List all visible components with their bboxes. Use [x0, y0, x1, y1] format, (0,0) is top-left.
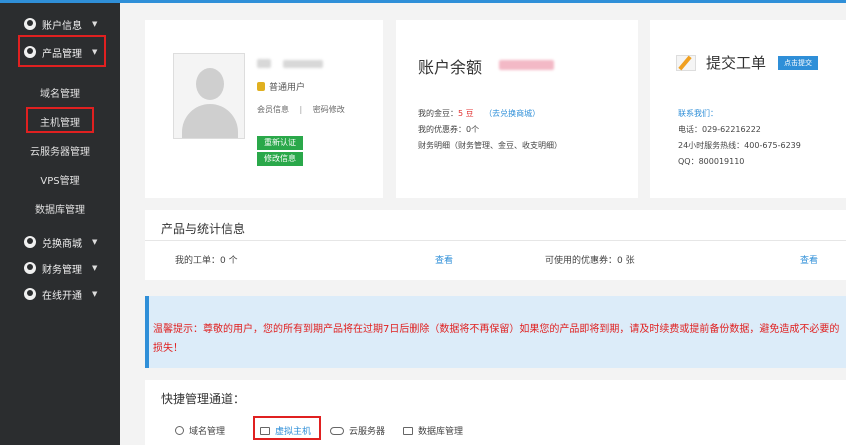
contact-phone: 电话：029-62216222: [678, 125, 761, 134]
chevron-down-icon: ▼: [92, 264, 98, 272]
quick-item-label: 云服务器: [349, 427, 386, 437]
quick-access-title: 快捷管理通道：: [161, 392, 246, 406]
sidebar-subitem-vps[interactable]: VPS管理: [0, 172, 120, 187]
username-blurred: [257, 58, 323, 71]
database-icon: [403, 426, 413, 435]
sidebar-item-account-info[interactable]: 账户信息 ▼: [0, 13, 120, 35]
user-icon: [24, 288, 36, 300]
highlight-box: [26, 107, 94, 133]
sidebar-item-label: 财务管理: [42, 264, 82, 276]
contact-qq: QQ：800019110: [678, 157, 745, 166]
ticket-title: 提交工单: [706, 54, 767, 72]
quick-item-label: 域名管理: [189, 427, 226, 437]
quick-cloud-link[interactable]: 云服务器: [330, 424, 385, 437]
balance-amount-blurred: [499, 60, 554, 70]
chevron-down-icon: ▼: [92, 238, 98, 246]
user-icon: [24, 262, 36, 274]
submit-ticket-button[interactable]: 点击提交: [778, 55, 819, 70]
quick-database-link[interactable]: 数据库管理: [403, 424, 463, 437]
view-coupons-link[interactable]: 查看: [800, 253, 818, 266]
change-password-link[interactable]: 密码修改: [313, 105, 345, 114]
globe-icon: [175, 426, 184, 435]
chevron-down-icon: ▼: [92, 290, 98, 298]
separator: |: [299, 105, 303, 114]
mall-link[interactable]: （去兑换商城）: [484, 109, 540, 118]
coupon-line: 我的优惠券：0个: [418, 124, 479, 135]
medal-icon: [257, 82, 265, 91]
top-accent-bar: [0, 0, 846, 3]
profile-card: 普通用户 会员信息 | 密码修改 重新认证 修改信息: [145, 20, 383, 198]
user-type-label: 普通用户: [269, 83, 306, 93]
sidebar-subitem-database[interactable]: 数据库管理: [0, 201, 120, 216]
user-icon: [24, 18, 36, 30]
member-links: 会员信息 | 密码修改: [257, 104, 345, 115]
contact-hotline: 24小时服务热线：400-675-6239: [678, 141, 801, 150]
stats-card: 产品与统计信息 我的工单：0 个 查看 可使用的优惠券：0 张 查看: [145, 210, 846, 280]
notice-text: 温馨提示：尊敬的用户，您的所有到期产品将在过期7日后删除（数据将不再保留）如果您…: [153, 324, 840, 354]
sidebar: 账户信息 ▼ 产品管理 ▼ 域名管理 主机管理 云服务器管理 VPS管理 数据库…: [0, 3, 120, 445]
finance-detail-link[interactable]: 财务明细（财务管理、金豆、收支明细）: [418, 140, 562, 151]
my-tickets-count: 我的工单：0 个: [175, 256, 238, 266]
user-type: 普通用户: [257, 80, 305, 93]
user-icon: [24, 236, 36, 248]
sidebar-item-exchange-mall[interactable]: 兑换商城 ▼: [0, 231, 120, 253]
warning-notice: 温馨提示：尊敬的用户，您的所有到期产品将在过期7日后删除（数据将不再保留）如果您…: [145, 296, 846, 368]
contact-heading: 联系我们：: [678, 109, 718, 118]
sidebar-item-finance[interactable]: 财务管理 ▼: [0, 257, 120, 279]
balance-card: 账户余额 我的金豆：5 豆 （去兑换商城） 我的优惠券：0个 财务明细（财务管理…: [396, 20, 638, 198]
quick-domain-link[interactable]: 域名管理: [175, 424, 225, 437]
cloud-icon: [330, 426, 344, 435]
sidebar-item-label: 账户信息: [42, 20, 82, 32]
gold-line: 我的金豆：5 豆 （去兑换商城）: [418, 108, 540, 119]
coupon-label: 我的优惠券：: [418, 125, 466, 134]
sidebar-item-label: 在线开通: [42, 290, 82, 302]
ticket-card: 提交工单 点击提交 联系我们： 电话：029-62216222 24小时服务热线…: [650, 20, 846, 198]
sidebar-subitem-domain[interactable]: 域名管理: [0, 85, 120, 100]
ticket-header: 提交工单 点击提交: [676, 52, 819, 73]
available-coupons-count: 可使用的优惠券：0 张: [545, 256, 635, 266]
gold-label: 我的金豆：: [418, 109, 458, 118]
edit-info-button[interactable]: 修改信息: [257, 152, 303, 166]
reauth-button[interactable]: 重新认证: [257, 136, 303, 150]
pencil-icon: [676, 54, 696, 71]
stats-title: 产品与统计信息: [161, 222, 246, 236]
highlight-box: [253, 416, 321, 440]
coupon-value: 0个: [466, 125, 480, 134]
highlight-box: [18, 35, 106, 67]
member-info-link[interactable]: 会员信息: [257, 105, 289, 114]
balance-title: 账户余额: [418, 58, 483, 77]
view-tickets-link[interactable]: 查看: [435, 253, 453, 266]
avatar: [173, 53, 245, 139]
quick-item-label: 数据库管理: [418, 427, 464, 437]
chevron-down-icon: ▼: [92, 20, 98, 28]
sidebar-item-online-open[interactable]: 在线开通 ▼: [0, 283, 120, 305]
sidebar-subitem-cloud[interactable]: 云服务器管理: [0, 143, 120, 158]
sidebar-item-label: 兑换商城: [42, 238, 82, 250]
divider: [145, 240, 846, 241]
quick-access-panel: 快捷管理通道： 域名管理 虚拟主机 云服务器 数据库管理: [145, 380, 846, 445]
gold-value: 5 豆: [458, 109, 474, 118]
